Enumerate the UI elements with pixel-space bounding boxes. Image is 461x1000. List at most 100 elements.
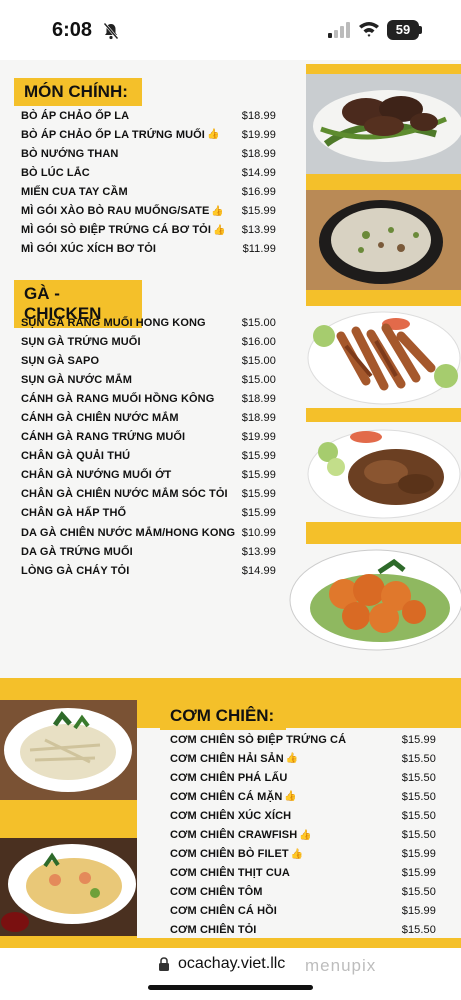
menu-item: CHÂN GÀ HẤP THỐ $15.99 bbox=[21, 504, 276, 523]
menu-item-name: DA GÀ TRỨNG MUỐI bbox=[21, 545, 133, 558]
menu-item-price: $15.50 bbox=[401, 790, 436, 803]
menu-item-name: CƠM CHIÊN PHÁ LẤU bbox=[170, 771, 288, 784]
menu-item-price: $14.99 bbox=[241, 166, 276, 179]
menu-item-name: CƠM CHIÊN THỊT CUA bbox=[170, 867, 290, 880]
menu-item-name: MÌ GÓI XÚC XÍCH BƠ TỎI bbox=[21, 243, 157, 256]
menu-item-name: CHÂN GÀ QUẢI THÚ bbox=[21, 450, 131, 463]
menu-item-price: $16.99 bbox=[241, 185, 276, 198]
menu-item: CHÂN GÀ QUẢI THÚ $15.99 bbox=[21, 447, 276, 466]
menu-item-price: $15.99 bbox=[241, 507, 276, 520]
menu-item-name: CƠM CHIÊN TÔM bbox=[170, 886, 263, 899]
menu-item: CƠM CHIÊN TỎI $15.50 bbox=[170, 921, 436, 940]
main-dish-list: BÒ ÁP CHẢO ỐP LA $18.99 BÒ ÁP CHẢO ỐP LA T… bbox=[21, 106, 276, 259]
beef-photo bbox=[306, 74, 461, 174]
menu-item-price: $15.00 bbox=[241, 354, 276, 367]
menu-item-price: $15.50 bbox=[401, 924, 436, 937]
menu-item-name: SỤN GÀ NƯỚC MẮM bbox=[21, 373, 133, 386]
menu-item: CƠM CHIÊN PHÁ LẤU $15.50 bbox=[170, 768, 436, 787]
menu-item-price: $15.99 bbox=[401, 905, 436, 918]
menu-item: CƠM CHIÊN HẢI SẢN 👍 $15.50 bbox=[170, 749, 436, 768]
menu-item-price: $18.99 bbox=[241, 412, 276, 425]
menu-item: CƠM CHIÊN CÁ MẶN 👍 $15.50 bbox=[170, 787, 436, 806]
signal-icon bbox=[328, 22, 350, 38]
noodle-photo bbox=[0, 838, 137, 936]
chicken-dish-photo bbox=[306, 422, 461, 522]
menu-item-name: LÒNG GÀ CHÁY TỎI bbox=[21, 564, 130, 577]
fried-chicken-photo bbox=[284, 544, 461, 654]
menu-item-name: CÁNH GÀ RANG TRỨNG MUỐI bbox=[21, 431, 186, 444]
menu-item-name: CƠM CHIÊN CRAWFISH bbox=[170, 829, 298, 842]
menu-item: CÁNH GÀ RANG MUỐI HỒNG KÔNG $18.99 bbox=[21, 389, 276, 408]
menu-item-price: $13.99 bbox=[241, 545, 276, 558]
menu-item-name: BÒ LÚC LẮC bbox=[21, 166, 90, 179]
fried-rice-list: CƠM CHIÊN SÒ ĐIỆP TRỨNG CÁ $15.99 CƠM CHIÊ… bbox=[170, 730, 436, 940]
lock-icon bbox=[159, 957, 169, 971]
menu-item-price: $15.99 bbox=[241, 450, 276, 463]
menu-item-name: CƠM CHIÊN HẢI SẢN bbox=[170, 752, 284, 765]
status-time: 6:08 bbox=[52, 19, 93, 41]
menu-item-price: $15.50 bbox=[401, 829, 436, 842]
section-title-main: MÓN CHÍNH: bbox=[14, 78, 142, 106]
thumbs-up-icon: 👍 bbox=[211, 205, 224, 217]
chicken-list: SỤN GÀ RANG MUỐI HONG KONG $15.00 SỤN GÀ T… bbox=[21, 313, 276, 580]
menu-item: DA GÀ CHIÊN NƯỚC MẮM/HONG KONG $10.99 bbox=[21, 523, 276, 542]
menu-item: CHÂN GÀ CHIÊN NƯỚC MẮM SÓC TỎI $15.99 bbox=[21, 485, 276, 504]
menu-item: SỤN GÀ SAPO $15.00 bbox=[21, 351, 276, 370]
chicken-feet-photo bbox=[306, 306, 461, 408]
menu-item: CHÂN GÀ NƯỚNG MUỐI ỚT $15.99 bbox=[21, 466, 276, 485]
menu-item-price: $15.50 bbox=[401, 809, 436, 822]
menu-item-price: $15.50 bbox=[401, 886, 436, 899]
menu-item-price: $15.50 bbox=[401, 771, 436, 784]
menu-item-price: $19.99 bbox=[241, 431, 276, 444]
section-title-rice: CƠM CHIÊN: bbox=[160, 702, 286, 730]
watermark: menupix bbox=[305, 956, 377, 975]
menu-item-price: $13.99 bbox=[241, 224, 276, 237]
salad-photo bbox=[0, 700, 137, 800]
menu-item-price: $19.99 bbox=[241, 128, 276, 141]
home-indicator[interactable] bbox=[148, 985, 313, 990]
menu-item-name: SỤN GÀ TRỨNG MUỐI bbox=[21, 335, 141, 348]
menu-item: SỤN GÀ NƯỚC MẮM $15.00 bbox=[21, 370, 276, 389]
menu-item: BÒ ÁP CHẢO ỐP LA $18.99 bbox=[21, 106, 276, 125]
claypot-photo bbox=[306, 190, 461, 290]
battery-tip bbox=[419, 26, 422, 34]
menu-item-price: $16.00 bbox=[241, 335, 276, 348]
menu-item-price: $15.99 bbox=[241, 205, 276, 218]
menu-item-name: CHÂN GÀ HẤP THỐ bbox=[21, 507, 127, 520]
menu-item-name: CƠM CHIÊN CÁ MẶN bbox=[170, 790, 283, 803]
menu-item-name: BÒ ÁP CHẢO ỐP LA bbox=[21, 109, 130, 122]
menu-item: CƠM CHIÊN XÚC XÍCH $15.50 bbox=[170, 806, 436, 825]
menu-item-price: $18.99 bbox=[241, 109, 276, 122]
menu-item-name: CÁNH GÀ CHIÊN NƯỚC MẮM bbox=[21, 412, 179, 425]
menu-item: LÒNG GÀ CHÁY TỎI $14.99 bbox=[21, 561, 276, 580]
menu-item: CƠM CHIÊN CÁ HỒI $15.99 bbox=[170, 902, 436, 921]
menu-item: CƠM CHIÊN THỊT CUA $15.99 bbox=[170, 864, 436, 883]
menu-item-price: $15.99 bbox=[241, 469, 276, 482]
url-address[interactable]: ocachay.viet.llc bbox=[178, 955, 285, 973]
battery-icon: 59 bbox=[387, 20, 419, 40]
menu-item: CƠM CHIÊN CRAWFISH 👍 $15.50 bbox=[170, 825, 436, 844]
menu-item-name: CƠM CHIÊN TỎI bbox=[170, 924, 257, 937]
menu-item: MÌ GÓI XÀO BÒ RAU MUỐNG/SATE 👍 $15.99 bbox=[21, 201, 276, 220]
menu-item-name: CƠM CHIÊN XÚC XÍCH bbox=[170, 809, 292, 822]
menu-item: BÒ LÚC LẮC $14.99 bbox=[21, 163, 276, 182]
wifi-icon bbox=[359, 22, 379, 37]
menu-item-name: CƠM CHIÊN BÒ FILET bbox=[170, 848, 289, 861]
menu-item-name: MÌ GÓI XÀO BÒ RAU MUỐNG/SATE bbox=[21, 205, 210, 218]
menu-item-price: $15.00 bbox=[241, 316, 276, 329]
menu-item-price: $15.99 bbox=[401, 733, 436, 746]
menu-item-name: BÒ ÁP CHẢO ỐP LA TRỨNG MUỐI bbox=[21, 128, 205, 141]
menu-item-name: CHÂN GÀ NƯỚNG MUỐI ỚT bbox=[21, 469, 172, 482]
menu-item-price: $15.50 bbox=[401, 752, 436, 765]
menu-item-name: CÁNH GÀ RANG MUỐI HỒNG KÔNG bbox=[21, 392, 215, 405]
thumbs-up-icon: 👍 bbox=[284, 791, 297, 803]
menu-item-price: $18.99 bbox=[241, 392, 276, 405]
menu-item: BÒ ÁP CHẢO ỐP LA TRỨNG MUỐI 👍 $19.99 bbox=[21, 125, 276, 144]
thumbs-up-icon: 👍 bbox=[285, 753, 299, 765]
menu-item-name: CƠM CHIÊN CÁ HỒI bbox=[170, 905, 277, 918]
menu-item: CÁNH GÀ RANG TRỨNG MUỐI $19.99 bbox=[21, 428, 276, 447]
menu-item: CÁNH GÀ CHIÊN NƯỚC MẮM $18.99 bbox=[21, 408, 276, 427]
menu-item-name: CƠM CHIÊN SÒ ĐIỆP TRỨNG CÁ bbox=[170, 733, 347, 746]
menu-item: MÌ GÓI XÚC XÍCH BƠ TỎI $11.99 bbox=[21, 240, 276, 259]
menu-page: MÓN CHÍNH: BÒ ÁP CHẢO ỐP LA $18.99 BÒ ÁP C… bbox=[0, 60, 461, 948]
